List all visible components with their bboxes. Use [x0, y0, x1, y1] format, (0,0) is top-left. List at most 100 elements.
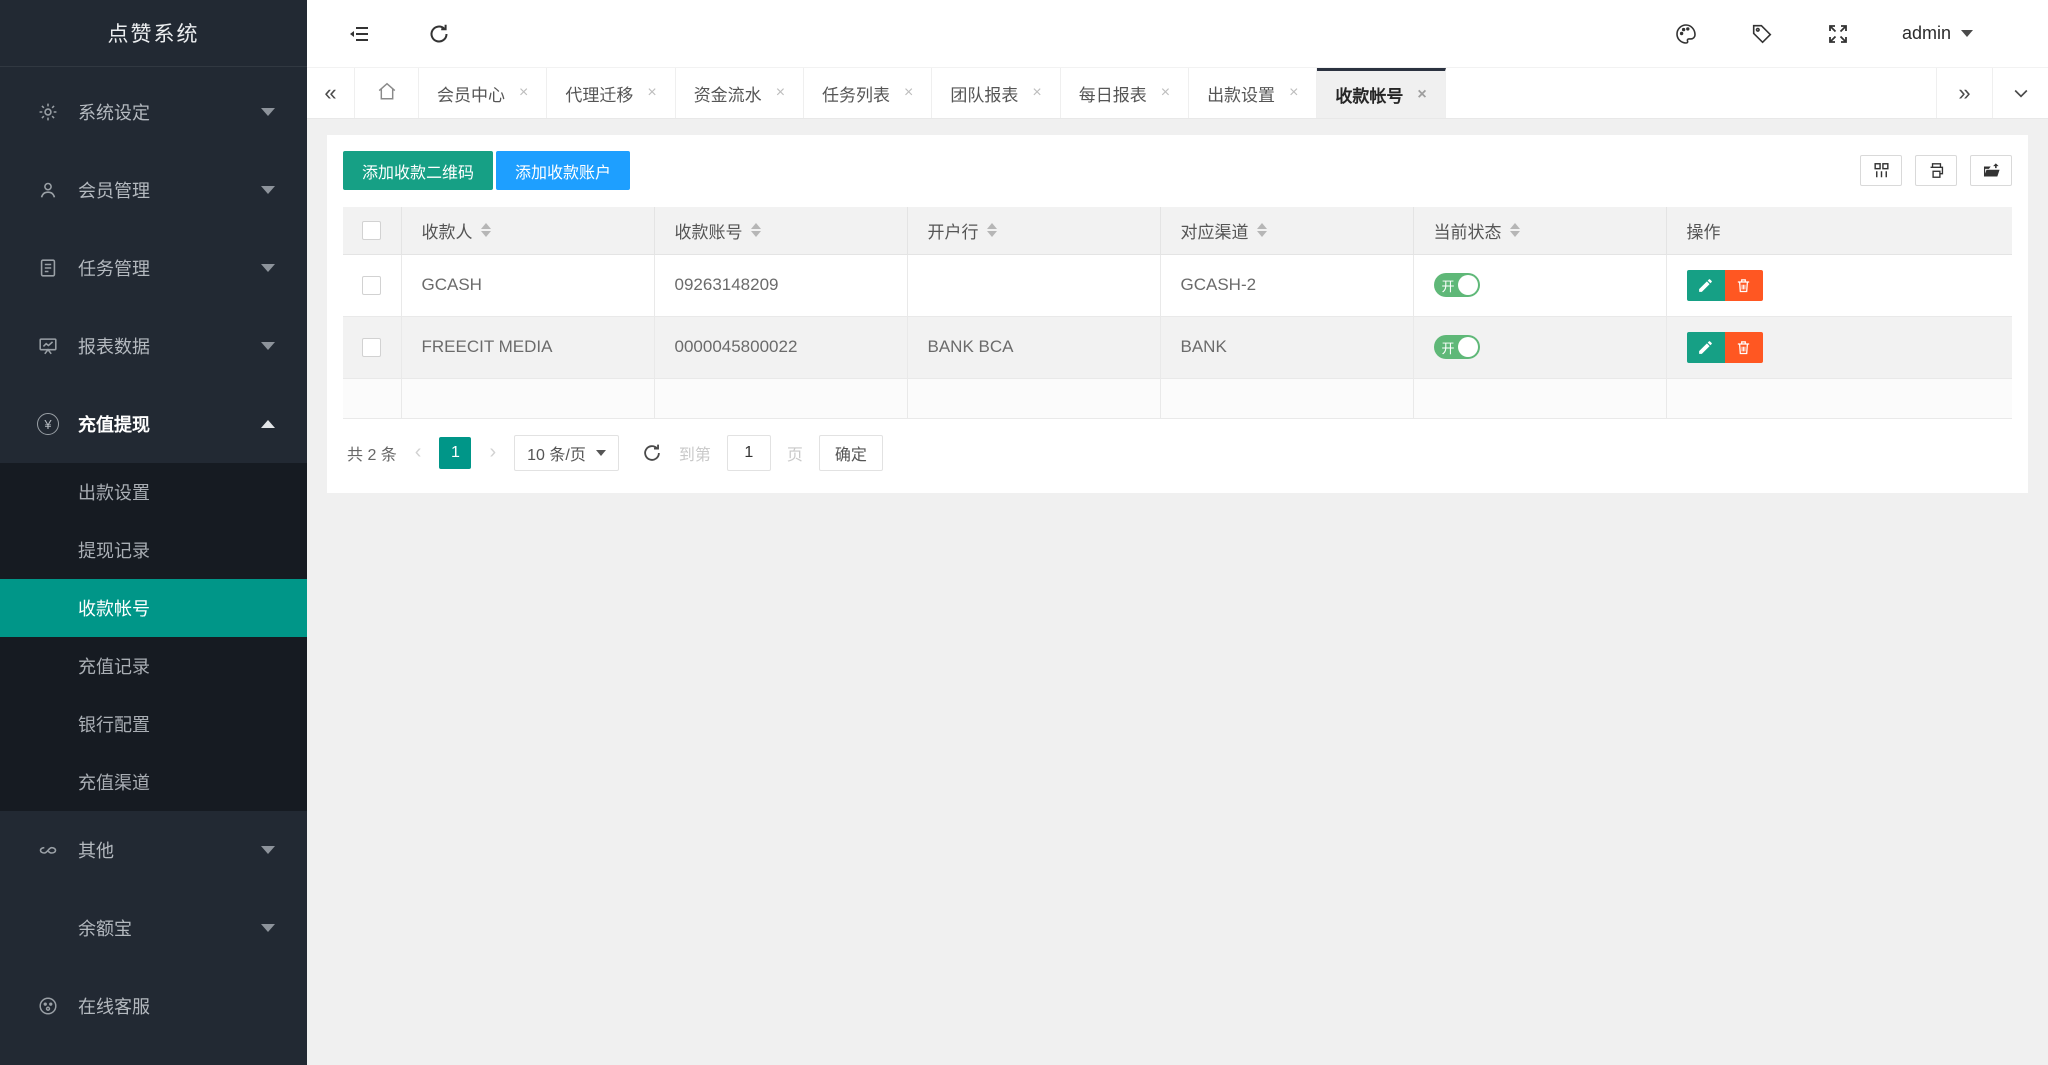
- tab-daily-report[interactable]: 每日报表×: [1061, 68, 1189, 118]
- print-icon[interactable]: [1915, 155, 1957, 186]
- tag-icon[interactable]: [1750, 22, 1774, 46]
- sidebar-item-receiving-accounts[interactable]: 收款帐号: [0, 579, 307, 637]
- cell-channel: BANK: [1160, 316, 1413, 378]
- close-icon[interactable]: ×: [1417, 86, 1426, 104]
- tabs-menu-icon[interactable]: [1992, 68, 2048, 118]
- yen-icon: ¥: [36, 412, 60, 436]
- gear-icon: [36, 100, 60, 124]
- add-account-button[interactable]: 添加收款账户: [496, 151, 630, 190]
- sidebar-item-label: 其他: [78, 837, 261, 863]
- home-icon: [376, 80, 398, 107]
- sidebar-item-online-service[interactable]: 在线客服: [0, 967, 307, 1045]
- filter-columns-icon[interactable]: [1860, 155, 1902, 186]
- tab-agent-migration[interactable]: 代理迁移×: [547, 68, 675, 118]
- column-header: 收款人: [422, 218, 473, 243]
- chevron-down-icon: [261, 846, 275, 854]
- smiley-icon: [36, 994, 60, 1018]
- tab-home[interactable]: [355, 68, 419, 118]
- tab-receiving-accounts[interactable]: 收款帐号×: [1317, 68, 1445, 118]
- sidebar-item-yuebao[interactable]: 余额宝: [0, 889, 307, 967]
- sort-icon[interactable]: [481, 223, 491, 237]
- chevron-down-icon: [261, 186, 275, 194]
- column-header: 对应渠道: [1181, 218, 1249, 243]
- column-header: 操作: [1687, 223, 1721, 242]
- sidebar-item-label: 系统设定: [78, 99, 261, 125]
- page-number-button[interactable]: 1: [439, 437, 471, 469]
- goto-suffix: 页: [787, 441, 803, 465]
- sidebar-item-tasks[interactable]: 任务管理: [0, 229, 307, 307]
- sidebar-item-label: 在线客服: [78, 993, 275, 1019]
- sort-icon[interactable]: [987, 223, 997, 237]
- sidebar-collapse-icon[interactable]: [347, 22, 371, 46]
- tab-member-center[interactable]: 会员中心×: [419, 68, 547, 118]
- row-checkbox[interactable]: [362, 338, 381, 357]
- delete-button[interactable]: [1725, 332, 1763, 363]
- sidebar-item-system-settings[interactable]: 系统设定: [0, 73, 307, 151]
- theme-palette-icon[interactable]: [1674, 22, 1698, 46]
- cell-bank: BANK BCA: [907, 316, 1160, 378]
- sidebar-item-members[interactable]: 会员管理: [0, 151, 307, 229]
- fullscreen-icon[interactable]: [1826, 22, 1850, 46]
- accounts-table: 收款人 收款账号 开户行 对应渠道 当前状态 操作 GCASH 0926314: [343, 207, 2012, 419]
- close-icon[interactable]: ×: [904, 84, 913, 102]
- status-toggle[interactable]: 开: [1434, 273, 1480, 297]
- tab-fund-flow[interactable]: 资金流水×: [676, 68, 804, 118]
- prev-page-icon[interactable]: ‹: [413, 441, 424, 464]
- sidebar-item-payout-settings[interactable]: 出款设置: [0, 463, 307, 521]
- close-icon[interactable]: ×: [519, 84, 528, 102]
- chevron-down-icon: [1961, 30, 1973, 37]
- close-icon[interactable]: ×: [1289, 84, 1298, 102]
- sort-icon[interactable]: [1510, 223, 1520, 237]
- close-icon[interactable]: ×: [1032, 84, 1041, 102]
- edit-button[interactable]: [1687, 332, 1725, 363]
- cell-payee: GCASH: [401, 254, 654, 316]
- topbar: admin: [307, 0, 2048, 67]
- sidebar-item-bank-config[interactable]: 银行配置: [0, 695, 307, 753]
- edit-button[interactable]: [1687, 270, 1725, 301]
- chevron-down-icon: [261, 342, 275, 350]
- refresh-icon[interactable]: [427, 22, 451, 46]
- chevron-down-icon: [261, 108, 275, 116]
- tabs-scroll-left-icon[interactable]: «: [307, 68, 355, 118]
- sidebar-item-reports[interactable]: 报表数据: [0, 307, 307, 385]
- next-page-icon[interactable]: ›: [487, 441, 498, 464]
- pagination-refresh-icon[interactable]: [641, 442, 663, 464]
- goto-confirm-button[interactable]: 确定: [819, 435, 883, 471]
- tab-team-report[interactable]: 团队报表×: [932, 68, 1060, 118]
- column-header: 收款账号: [675, 218, 743, 243]
- delete-button[interactable]: [1725, 270, 1763, 301]
- add-qr-button[interactable]: 添加收款二维码: [343, 151, 493, 190]
- status-toggle[interactable]: 开: [1434, 335, 1480, 359]
- export-icon[interactable]: [1970, 155, 2012, 186]
- close-icon[interactable]: ×: [647, 84, 656, 102]
- sort-icon[interactable]: [1257, 223, 1267, 237]
- sidebar-item-label: 任务管理: [78, 255, 261, 281]
- sidebar: 点赞系统 系统设定 会员管理 任务管理: [0, 0, 307, 1065]
- table-empty-row: [343, 378, 2012, 418]
- sort-icon[interactable]: [751, 223, 761, 237]
- sidebar-item-label: 充值提现: [78, 411, 261, 437]
- main-area: admin « 会员中心× 代理迁移× 资金流水× 任务列表× 团队报表× 每日…: [307, 0, 2048, 1065]
- table-card: 添加收款二维码 添加收款账户: [327, 135, 2028, 493]
- row-checkbox[interactable]: [362, 276, 381, 295]
- tab-payout-settings[interactable]: 出款设置×: [1189, 68, 1317, 118]
- user-menu[interactable]: admin: [1902, 23, 1973, 44]
- sidebar-item-label: 报表数据: [78, 333, 261, 359]
- sidebar-item-withdraw-records[interactable]: 提现记录: [0, 521, 307, 579]
- user-icon: [36, 178, 60, 202]
- chevron-up-icon: [261, 420, 275, 428]
- link-icon: [36, 838, 60, 862]
- page-size-select[interactable]: 10 条/页: [514, 435, 619, 471]
- tabs-scroll-right-icon[interactable]: »: [1936, 68, 1992, 118]
- close-icon[interactable]: ×: [776, 84, 785, 102]
- sidebar-item-recharge-withdraw[interactable]: ¥ 充值提现: [0, 385, 307, 463]
- sidebar-menu: 系统设定 会员管理 任务管理 报表: [0, 67, 307, 1045]
- sidebar-item-other[interactable]: 其他: [0, 811, 307, 889]
- select-all-checkbox[interactable]: [362, 221, 381, 240]
- sidebar-item-recharge-channels[interactable]: 充值渠道: [0, 753, 307, 811]
- tab-task-list[interactable]: 任务列表×: [804, 68, 932, 118]
- cell-bank: [907, 254, 1160, 316]
- sidebar-item-recharge-records[interactable]: 充值记录: [0, 637, 307, 695]
- goto-page-input[interactable]: [727, 435, 771, 471]
- close-icon[interactable]: ×: [1161, 84, 1170, 102]
